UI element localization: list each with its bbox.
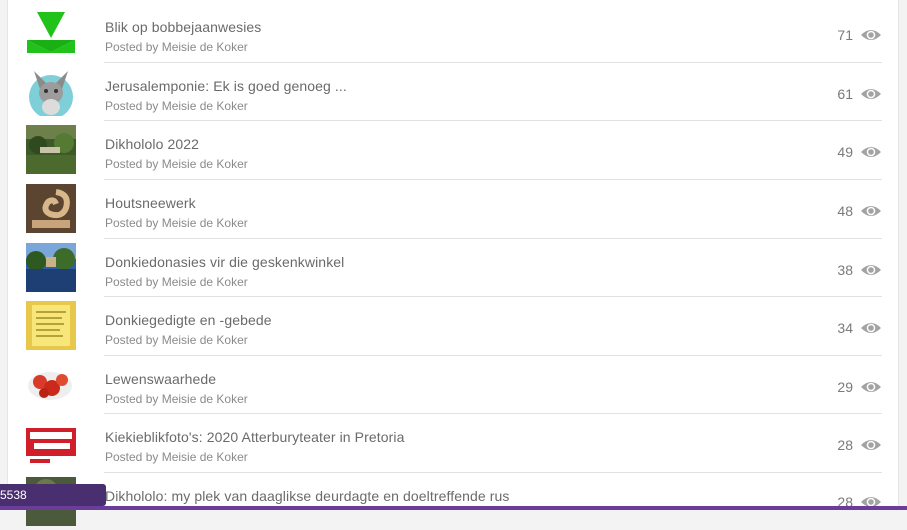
post-author: Posted by Meisie de Koker xyxy=(105,157,248,171)
poem-photo-icon[interactable] xyxy=(26,301,76,350)
theatre-poster-photo-icon[interactable] xyxy=(26,418,76,467)
garden-photo-icon[interactable] xyxy=(26,125,76,174)
eye-icon xyxy=(860,86,882,102)
post-title[interactable]: Jerusalemponie: Ek is goed genoeg ... xyxy=(105,78,347,94)
view-count: 48 xyxy=(837,203,853,219)
view-count: 28 xyxy=(837,437,853,453)
view-count: 29 xyxy=(837,379,853,395)
eye-icon xyxy=(860,144,882,160)
post-row[interactable]: Houtsneewerk Posted by Meisie de Koker 4… xyxy=(8,179,898,237)
post-row[interactable]: Donkiegedigte en -gebede Posted by Meisi… xyxy=(8,296,898,354)
post-author: Posted by Meisie de Koker xyxy=(105,333,248,347)
post-author: Posted by Meisie de Koker xyxy=(105,99,248,113)
view-count: 49 xyxy=(837,144,853,160)
view-count: 38 xyxy=(837,262,853,278)
lake-photo-icon[interactable] xyxy=(26,243,76,292)
floating-badge[interactable]: 5538 xyxy=(0,484,106,506)
eye-icon xyxy=(860,379,882,395)
post-author: Posted by Meisie de Koker xyxy=(105,216,248,230)
post-title[interactable]: Donkiedonasies vir die geskenkwinkel xyxy=(105,254,344,270)
donkey-avatar-icon[interactable] xyxy=(26,67,76,116)
post-row[interactable]: Dikhololo: my plek van daaglikse deurdag… xyxy=(8,472,898,530)
eye-icon xyxy=(860,27,882,43)
post-title[interactable]: Dikhololo 2022 xyxy=(105,136,199,152)
post-row[interactable]: Jerusalemponie: Ek is goed genoeg ... Po… xyxy=(8,62,898,120)
popular-posts-list: Blik op bobbejaanwesies Posted by Meisie… xyxy=(7,0,899,526)
eye-icon xyxy=(860,437,882,453)
post-title[interactable]: Blik op bobbejaanwesies xyxy=(105,19,261,35)
post-author: Posted by Meisie de Koker xyxy=(105,450,248,464)
eye-icon xyxy=(860,262,882,278)
green-arrow-icon[interactable] xyxy=(26,8,76,57)
post-row[interactable]: Dikhololo 2022 Posted by Meisie de Koker… xyxy=(8,120,898,178)
post-row[interactable]: Lewenswaarhede Posted by Meisie de Koker… xyxy=(8,355,898,413)
view-count: 34 xyxy=(837,320,853,336)
woodcarving-photo-icon[interactable] xyxy=(26,184,76,233)
post-title[interactable]: Houtsneewerk xyxy=(105,195,196,211)
post-row[interactable]: Blik op bobbejaanwesies Posted by Meisie… xyxy=(8,3,898,61)
post-author: Posted by Meisie de Koker xyxy=(105,40,248,54)
post-row[interactable]: Kiekieblikfoto's: 2020 Atterburyteater i… xyxy=(8,413,898,471)
view-count: 61 xyxy=(837,86,853,102)
view-count: 71 xyxy=(837,27,853,43)
post-author: Posted by Meisie de Koker xyxy=(105,392,248,406)
strawberries-photo-icon[interactable] xyxy=(26,360,76,409)
post-title[interactable]: Donkiegedigte en -gebede xyxy=(105,312,272,328)
post-title[interactable]: Lewenswaarhede xyxy=(105,371,216,387)
bottom-accent-bar xyxy=(0,506,907,510)
post-row[interactable]: Donkiedonasies vir die geskenkwinkel Pos… xyxy=(8,238,898,296)
post-title[interactable]: Kiekieblikfoto's: 2020 Atterburyteater i… xyxy=(105,429,405,445)
eye-icon xyxy=(860,320,882,336)
eye-icon xyxy=(860,203,882,219)
post-author: Posted by Meisie de Koker xyxy=(105,275,248,289)
post-title[interactable]: Dikhololo: my plek van daaglikse deurdag… xyxy=(105,488,510,504)
